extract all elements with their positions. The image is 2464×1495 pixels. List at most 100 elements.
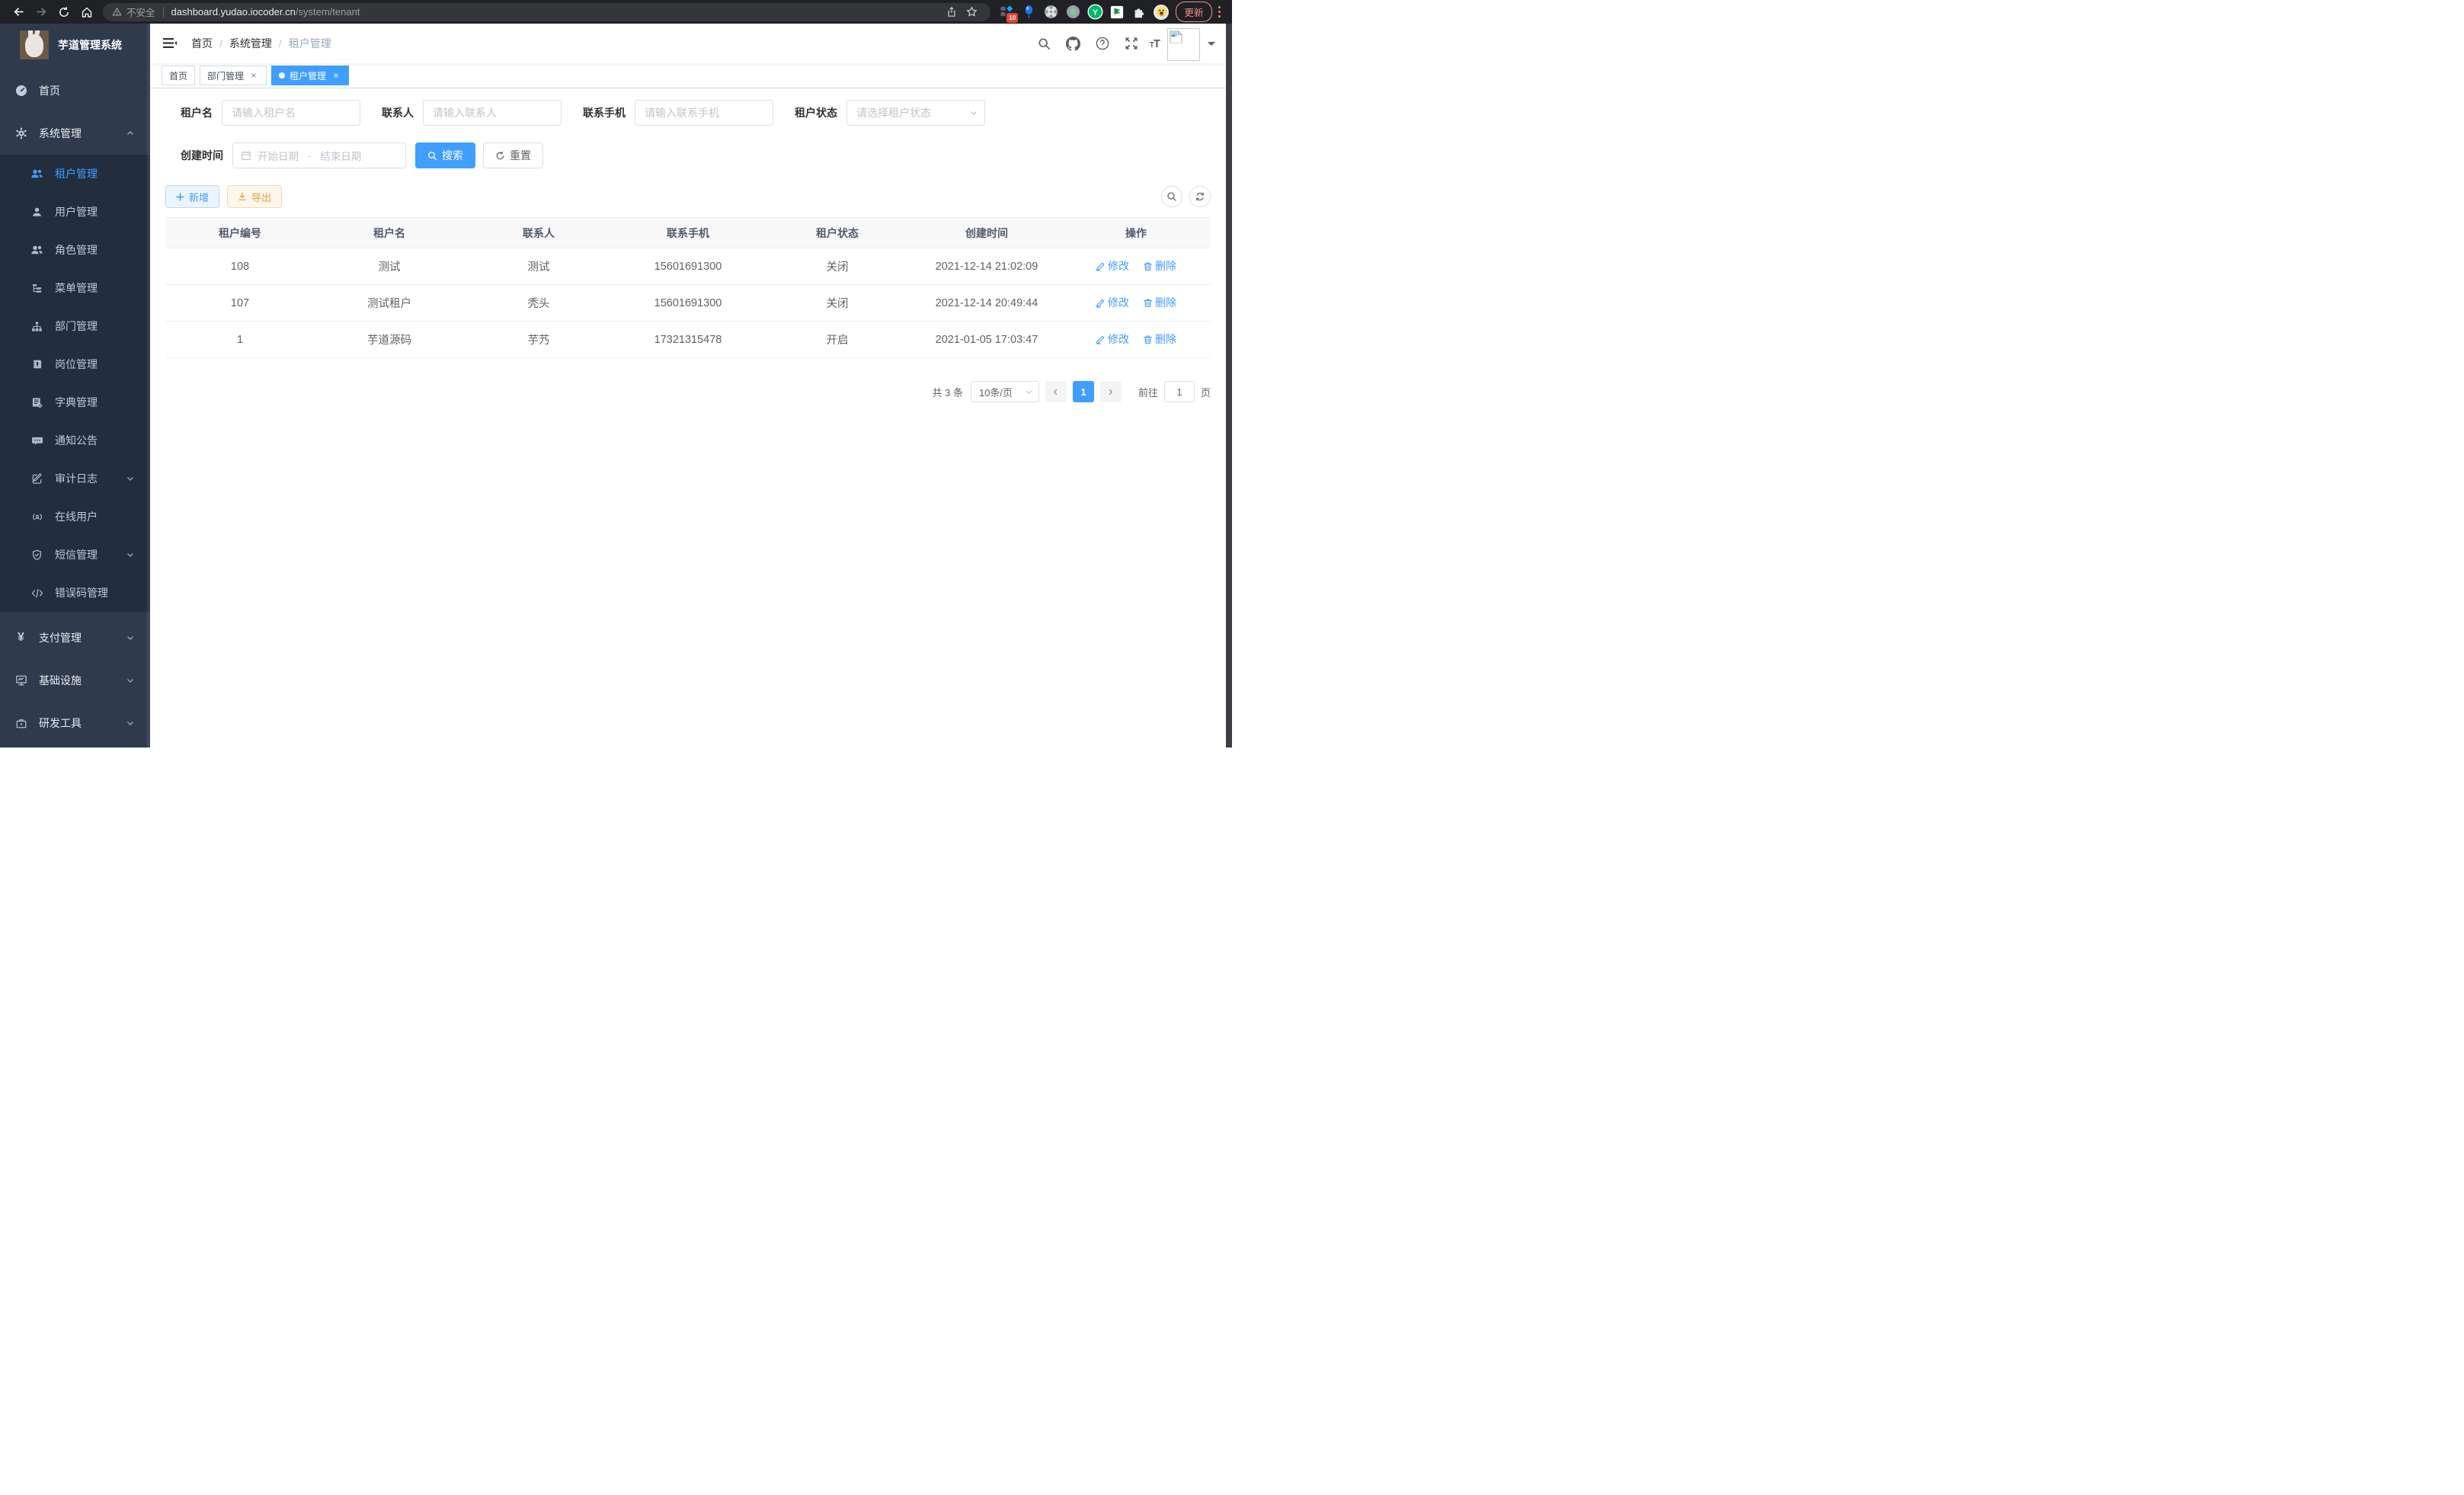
breadcrumb-section: 系统管理 — [229, 36, 272, 51]
profile-avatar-icon[interactable] — [1153, 4, 1170, 21]
sidebar-scrollbar[interactable] — [147, 24, 150, 748]
breadcrumb-separator: / — [279, 37, 282, 50]
security-label: 不安全 — [126, 5, 155, 19]
online-signal-icon — [30, 511, 43, 523]
trash-icon — [1143, 298, 1153, 308]
page-size-value: 10条/页 — [979, 385, 1025, 399]
add-button[interactable]: 新增 — [165, 185, 219, 208]
pagination-total: 共 3 条 — [933, 385, 963, 399]
extension-balloon-icon[interactable] — [1020, 4, 1037, 21]
contact-input[interactable] — [423, 100, 562, 126]
post-badge-icon — [30, 358, 43, 371]
search-button[interactable]: 搜索 — [415, 142, 475, 168]
tag-home[interactable]: 首页 — [162, 66, 195, 85]
chevron-down-icon — [969, 108, 978, 117]
url-separator — [163, 7, 164, 18]
table-row: 108 测试 测试 15601691300 关闭 2021-12-14 21:0… — [165, 248, 1211, 285]
export-button[interactable]: 导出 — [227, 185, 282, 208]
close-icon[interactable]: × — [331, 70, 341, 81]
toggle-search-button[interactable] — [1161, 186, 1182, 207]
sidebar-item-role[interactable]: 角色管理 — [0, 231, 150, 269]
sidebar-item-error-code[interactable]: 错误码管理 — [0, 574, 150, 612]
extension-record-icon[interactable] — [1064, 4, 1081, 21]
reset-button[interactable]: 重置 — [483, 142, 543, 168]
sidebar-item-system[interactable]: 系统管理 — [0, 112, 150, 155]
edit-link[interactable]: 修改 — [1096, 258, 1129, 274]
table-toolbar: 新增 导出 — [165, 185, 1211, 208]
avatar-dropdown-caret[interactable] — [1208, 42, 1215, 50]
extension-command-icon[interactable] — [1042, 4, 1059, 21]
security-chip[interactable]: 不安全 — [112, 5, 155, 19]
browser-menu-icon[interactable] — [1218, 6, 1221, 18]
delete-link[interactable]: 删除 — [1143, 258, 1176, 274]
sidebar-item-pay[interactable]: ¥ 支付管理 — [0, 616, 150, 659]
cell-actions: 修改 删除 — [1061, 285, 1211, 322]
trash-icon — [1143, 335, 1153, 344]
col-tenant-name: 租户名 — [315, 218, 464, 248]
refresh-table-button[interactable] — [1189, 186, 1211, 207]
home-icon[interactable] — [75, 2, 98, 22]
chevron-down-icon — [126, 633, 135, 642]
sidebar-item-online-user[interactable]: 在线用户 — [0, 498, 150, 536]
delete-link[interactable]: 删除 — [1143, 295, 1176, 310]
delete-link[interactable]: 删除 — [1143, 331, 1176, 347]
breadcrumb-home[interactable]: 首页 — [191, 36, 213, 51]
sidebar-item-dept[interactable]: 部门管理 — [0, 307, 150, 345]
goto-page: 前往 页 — [1138, 381, 1211, 402]
user-avatar[interactable] — [1167, 28, 1200, 61]
forward-icon[interactable] — [30, 2, 53, 22]
current-page[interactable]: 1 — [1073, 381, 1094, 402]
sidebar-item-tenant[interactable]: 租户管理 — [0, 155, 150, 193]
sidebar-item-notice[interactable]: 通知公告 — [0, 421, 150, 459]
close-icon[interactable]: × — [248, 70, 259, 81]
font-size-icon[interactable]: TT — [1150, 37, 1160, 50]
tenant-name-input[interactable] — [222, 100, 360, 126]
header-search-icon[interactable] — [1034, 33, 1055, 54]
table-row: 107 测试租户 秃头 15601691300 关闭 2021-12-14 20… — [165, 285, 1211, 322]
logo-image — [20, 30, 49, 59]
status-select[interactable]: 请选择租户状态 — [846, 100, 985, 126]
sidebar-item-audit-log[interactable]: 审计日志 — [0, 459, 150, 498]
sidebar-item-dev-tools[interactable]: 研发工具 — [0, 702, 150, 744]
cell-status: 关闭 — [763, 285, 912, 322]
cell-id: 107 — [165, 285, 315, 322]
edit-link[interactable]: 修改 — [1096, 331, 1129, 347]
page-size-select[interactable]: 10条/页 — [971, 381, 1039, 402]
bookmark-star-icon[interactable] — [962, 4, 981, 21]
address-bar[interactable]: 不安全 dashboard.yudao.iocoder.cn/system/te… — [103, 3, 990, 21]
sidebar-item-menu[interactable]: 菜单管理 — [0, 269, 150, 307]
next-page-button[interactable] — [1100, 381, 1122, 402]
prev-page-button[interactable] — [1045, 381, 1067, 402]
date-range-picker[interactable]: 开始日期 - 结束日期 — [232, 142, 406, 168]
edit-link[interactable]: 修改 — [1096, 295, 1129, 310]
sidebar-item-dict[interactable]: 字典管理 — [0, 383, 150, 421]
message-icon — [30, 434, 43, 447]
code-icon — [30, 587, 43, 600]
app-logo[interactable]: 芋道管理系统 — [0, 24, 150, 66]
extensions-puzzle-icon[interactable] — [1131, 4, 1147, 21]
tag-dept[interactable]: 部门管理 × — [200, 66, 267, 85]
filter-row-1: 租户名 联系人 联系手机 租户状态 请选择租户状态 — [181, 100, 1211, 126]
goto-page-input[interactable] — [1164, 381, 1195, 402]
sidebar-item-infra[interactable]: 基础设施 — [0, 659, 150, 702]
sidebar-item-sms[interactable]: 短信管理 — [0, 536, 150, 574]
browser-toolbar: 不安全 dashboard.yudao.iocoder.cn/system/te… — [0, 0, 1232, 24]
chrome-update-button[interactable]: 更新 — [1176, 2, 1211, 22]
reload-icon[interactable] — [53, 2, 75, 22]
sidebar-item-home[interactable]: 首页 — [0, 69, 150, 112]
url-path: /system/tenant — [296, 6, 360, 18]
extension-y-icon[interactable]: Y — [1086, 4, 1103, 21]
extension-flag-icon[interactable] — [1109, 4, 1125, 21]
share-icon[interactable] — [942, 4, 962, 21]
mobile-input[interactable] — [635, 100, 773, 126]
github-icon[interactable] — [1063, 33, 1084, 54]
cell-created: 2021-01-05 17:03:47 — [912, 322, 1061, 358]
fullscreen-icon[interactable] — [1121, 33, 1142, 54]
sidebar-item-post[interactable]: 岗位管理 — [0, 345, 150, 383]
back-icon[interactable] — [7, 2, 30, 22]
extension-tabs-icon[interactable]: 10 — [998, 4, 1015, 21]
tag-tenant[interactable]: 租户管理 × — [271, 66, 349, 85]
sidebar-toggle-icon[interactable] — [155, 28, 185, 59]
help-icon[interactable] — [1092, 33, 1113, 54]
sidebar-item-user[interactable]: 用户管理 — [0, 193, 150, 231]
